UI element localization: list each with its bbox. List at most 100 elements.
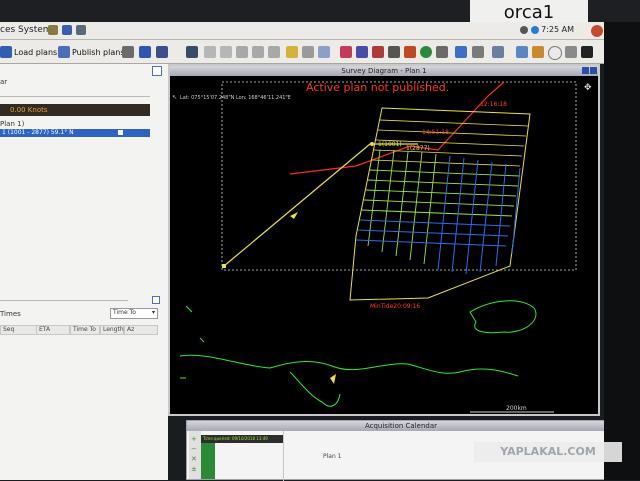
survey-diagram-window: Survey Diagram - Plan 1 Lat: 075°15'07.2… (168, 64, 600, 416)
main-toolbar: Load plans Publish plans (0, 40, 610, 64)
calendar-day-bar[interactable] (201, 443, 215, 479)
calendar-icon[interactable] (139, 46, 151, 58)
plan-calendar-label: Plan 1 (323, 453, 342, 460)
compass-icon[interactable]: ✥ (584, 83, 592, 93)
satellite-icon[interactable] (122, 46, 134, 58)
line-start-marker (370, 142, 374, 146)
time-queried-box: Time queried: 09/10/2018 13:49 (201, 435, 283, 443)
zoom-out-icon[interactable] (252, 46, 264, 58)
legend-icon[interactable] (455, 46, 467, 58)
folder-icon (0, 46, 12, 58)
ship-icon[interactable] (156, 46, 168, 58)
ruler-icon[interactable] (186, 46, 198, 58)
survey-polygon (349, 107, 531, 301)
pointer-icon[interactable] (302, 46, 314, 58)
calendar-divider (283, 431, 284, 481)
planned-route-line (289, 81, 505, 175)
panel-divider (0, 96, 150, 97)
database-icon[interactable] (318, 46, 330, 58)
transit-track-line (223, 143, 418, 267)
grid-icon[interactable] (356, 46, 368, 58)
selected-line-text: 1 (1001 - 2877) 59.1° N (2, 129, 74, 136)
system-menubar: ces System 7:25 AM (0, 22, 610, 40)
table-icon[interactable] (472, 46, 484, 58)
window-icon[interactable] (516, 46, 528, 58)
coastline-group (179, 300, 537, 407)
load-plans-label: Load plans (14, 47, 58, 57)
ship-position-marker (222, 264, 226, 268)
app-launcher-icon[interactable] (48, 25, 58, 35)
column-header-length[interactable]: Length (100, 325, 124, 335)
ship-track-icon[interactable] (388, 46, 400, 58)
column-header-seq[interactable]: Seq (0, 325, 40, 335)
list-icon[interactable] (492, 46, 504, 58)
speed-row: 0.00 Knots (0, 104, 150, 116)
scale-label: 200km (506, 405, 527, 412)
time-queried-text: Time queried: 09/10/2018 13:49 (203, 436, 268, 441)
rotate-right-icon[interactable] (220, 46, 232, 58)
column-header-time-to[interactable]: Time To (70, 325, 100, 335)
panel-header-text: ar (0, 78, 8, 86)
panel-restore-button[interactable] (152, 296, 160, 304)
settings-icon[interactable] (565, 46, 577, 58)
line-flag-icon (118, 130, 123, 135)
refresh-icon[interactable] (268, 46, 280, 58)
clock[interactable]: 7:25 AM (541, 25, 574, 34)
time-to-select-value: Time To (113, 309, 136, 316)
line-start-label: 1(1001) (378, 141, 402, 148)
gear-icon[interactable] (532, 46, 544, 58)
bottom-time-label: MinTide20:09:16 (370, 303, 420, 310)
tools-icon[interactable] (372, 46, 384, 58)
plan-label: Plan 1) (0, 120, 25, 128)
hatch-red-icon[interactable] (340, 46, 352, 58)
survey-window-title: Survey Diagram - Plan 1 (170, 66, 598, 76)
volume-icon[interactable] (531, 26, 539, 34)
survey-map[interactable]: Lat: 075°15'07.248"N Lon: 168°46'11.241"… (170, 76, 598, 414)
chevron-down-icon: ▾ (151, 309, 155, 316)
column-header-eta[interactable]: ETA (36, 325, 70, 335)
menu-places[interactable]: ces (0, 25, 15, 35)
panel-restore-button[interactable] (152, 66, 162, 76)
clock-icon[interactable] (548, 46, 562, 60)
minimize-icon[interactable] (582, 67, 589, 74)
left-panel: ar Times Time To ▾ (0, 64, 168, 480)
load-plans-button[interactable]: Load plans (0, 44, 57, 60)
zoom-in-icon[interactable] (236, 46, 248, 58)
time-label-top: 12:16:18 (480, 101, 507, 108)
panel-divider (0, 300, 128, 301)
cursor-icon: ↖ (172, 94, 177, 101)
palette-icon[interactable] (436, 46, 448, 58)
acquisition-title-text: Acquisition Calendar (364, 422, 438, 430)
terminal-icon[interactable] (76, 25, 86, 35)
publish-icon (58, 46, 70, 58)
calendar-tools: + − ✕ ± (189, 431, 201, 479)
speed-value: 0.00 Knots (10, 106, 48, 114)
zoom-icon[interactable]: ± (191, 465, 197, 473)
layers-icon[interactable] (404, 46, 416, 58)
acquisition-calendar-title: Acquisition Calendar (187, 421, 615, 431)
time-to-select[interactable]: Time To ▾ (110, 308, 158, 319)
pin-icon[interactable] (286, 46, 298, 58)
close-icon[interactable] (590, 67, 597, 74)
vessel-marker-icon (330, 374, 336, 384)
add-icon[interactable]: + (191, 435, 197, 443)
line-end-label: 1(2877) (406, 145, 430, 152)
watermark: YAPLAKAL.COM (474, 442, 622, 462)
screen-icon[interactable] (581, 46, 593, 58)
power-icon[interactable] (591, 25, 603, 37)
survey-title-text: Survey Diagram - Plan 1 (341, 67, 427, 75)
track-direction-arrow (290, 212, 298, 219)
publish-plans-button[interactable]: Publish plans (58, 44, 125, 60)
selected-line-row[interactable]: 1 (1001 - 2877) 59.1° N (0, 129, 150, 137)
remove-icon[interactable]: − (191, 445, 197, 453)
globe-icon[interactable] (420, 46, 432, 58)
time-label-mid: 14:51:18 (422, 129, 449, 136)
browser-icon[interactable] (62, 25, 72, 35)
rotate-left-icon[interactable] (204, 46, 216, 58)
network-icon[interactable] (520, 26, 528, 34)
column-header-az[interactable]: Az (124, 325, 158, 335)
times-label: Times (0, 310, 21, 318)
expand-icon[interactable]: ✕ (191, 455, 197, 463)
monitor-bezel-right (604, 22, 640, 480)
menu-system[interactable]: System (18, 25, 52, 35)
